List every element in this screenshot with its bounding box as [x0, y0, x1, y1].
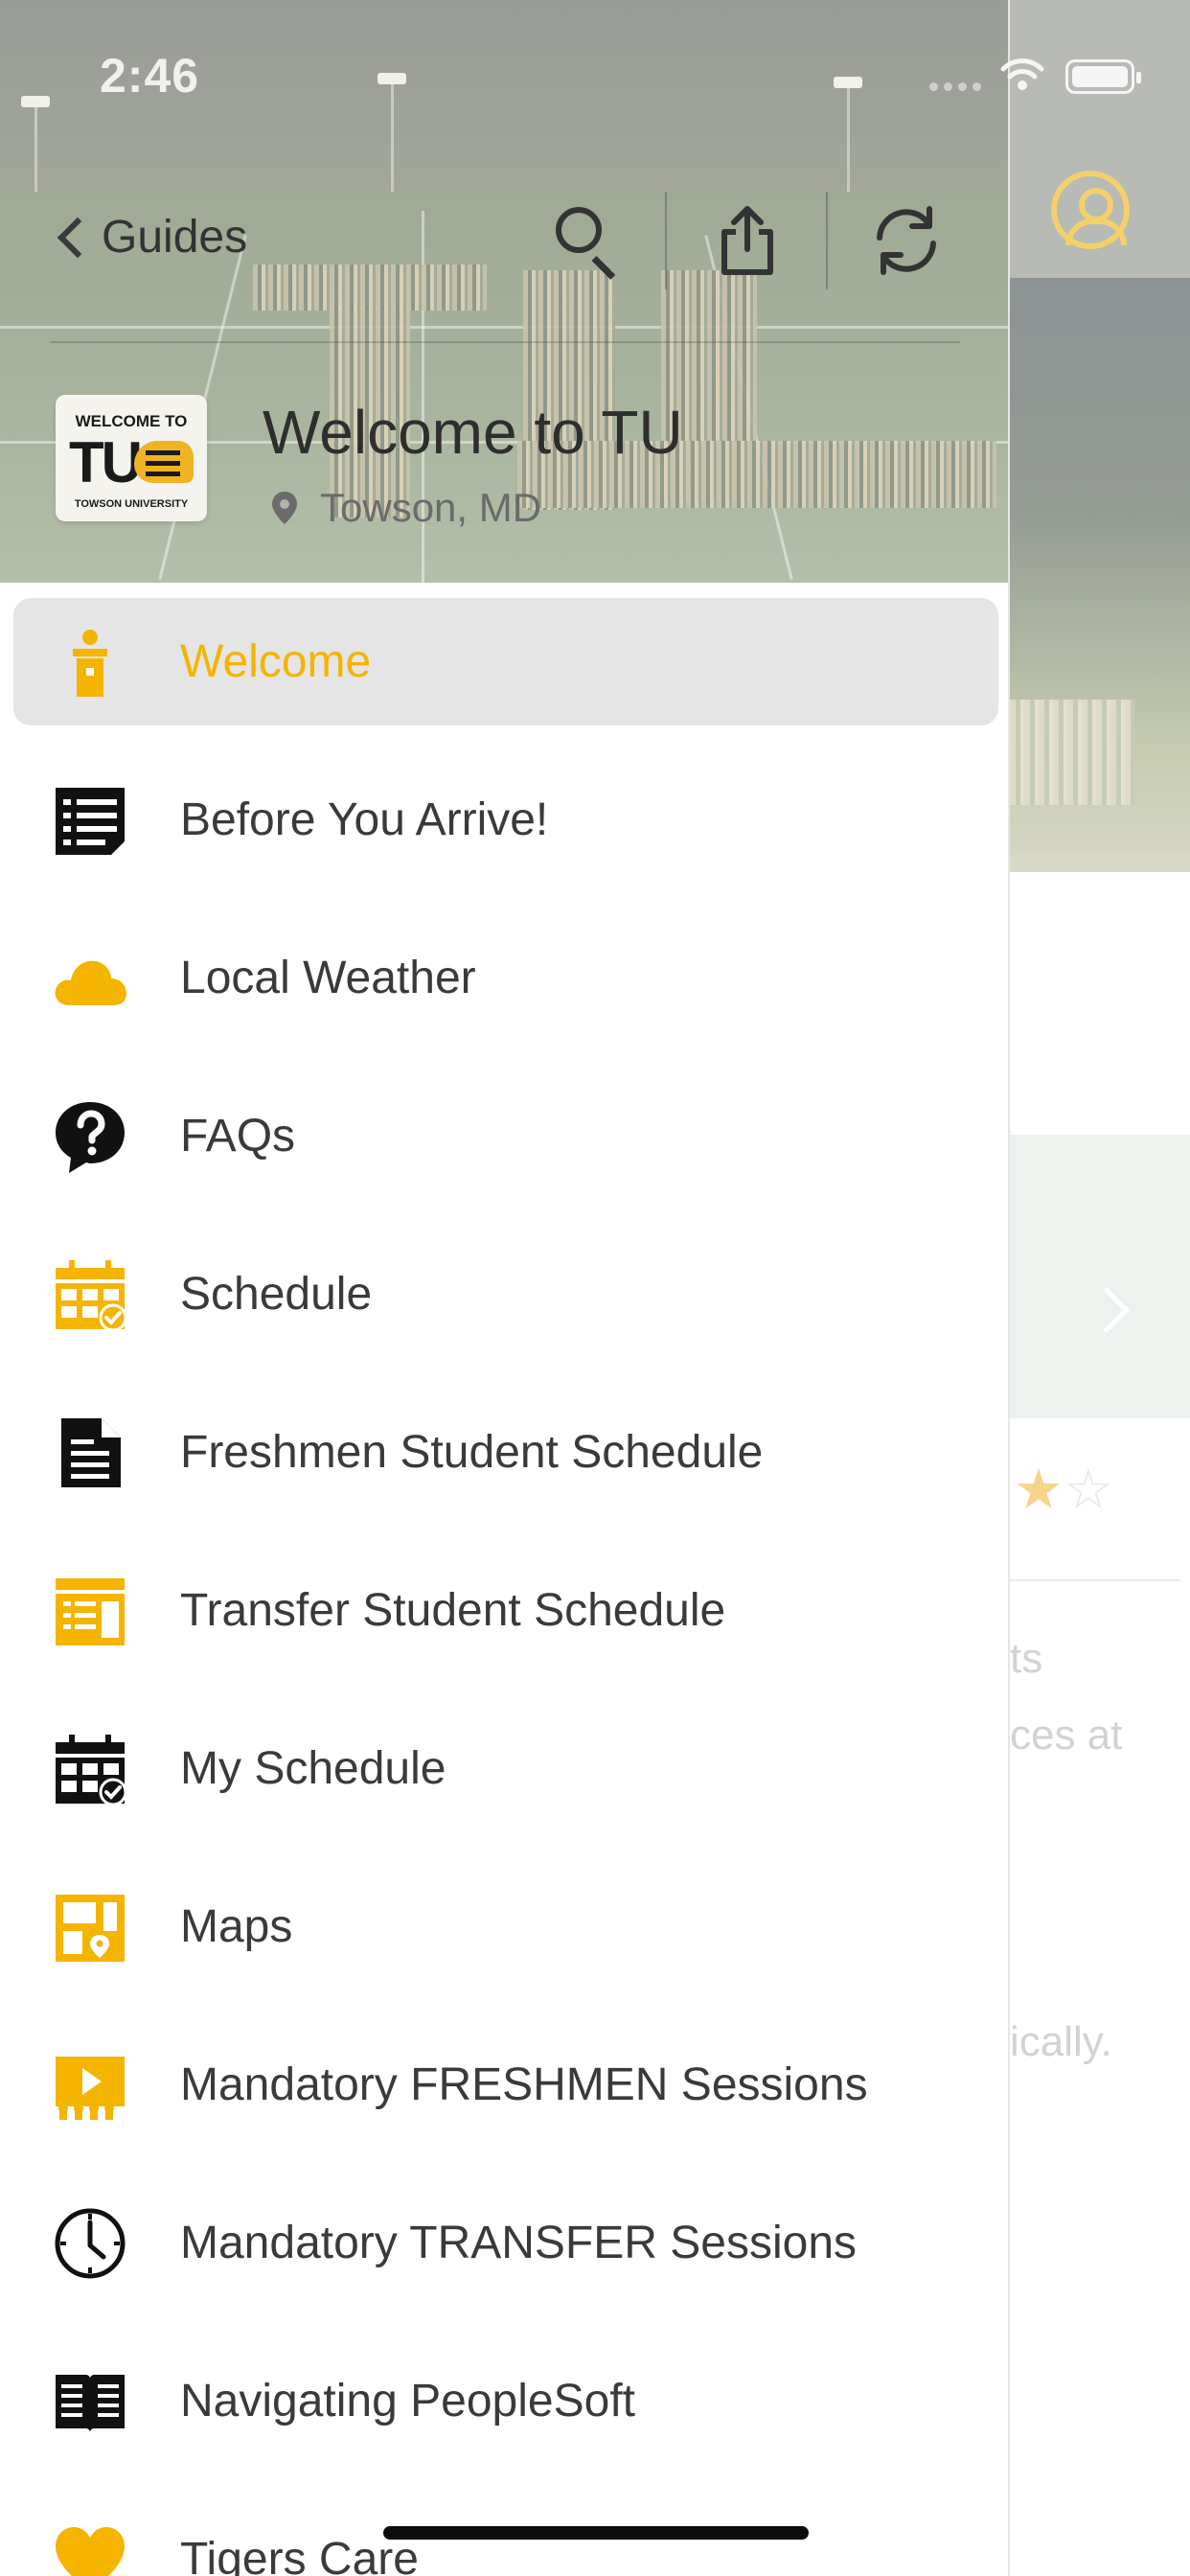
calendar-check-icon: [52, 1256, 128, 1333]
profile-icon[interactable]: [1051, 171, 1130, 249]
background-map-preview[interactable]: [1010, 1135, 1190, 1418]
chevron-left-icon: [57, 217, 99, 258]
menu-item-label: Navigating PeopleSoft: [180, 2376, 635, 2426]
menu-item-maps[interactable]: Maps: [0, 1848, 1008, 2006]
menu-item-navigating-peoplesoft[interactable]: Navigating PeopleSoft: [0, 2322, 1008, 2480]
back-button[interactable]: Guides: [50, 211, 247, 264]
menu-item-mandatory-freshmen-sessions[interactable]: Mandatory FRESHMEN Sessions: [0, 2006, 1008, 2164]
search-icon[interactable]: [548, 201, 625, 280]
navigation-drawer: Guides WELCOME TO TU TOWSON UNIVERSITY W…: [0, 0, 1010, 2576]
refresh-icon[interactable]: [868, 201, 945, 278]
podium-icon: [52, 624, 128, 701]
menu-item-faqs[interactable]: FAQs: [0, 1057, 1008, 1215]
menu-item-label: Freshmen Student Schedule: [180, 1427, 764, 1478]
header-divider: [50, 341, 960, 343]
status-bar: 2:46: [0, 0, 1190, 144]
menu-item-label: Local Weather: [180, 953, 476, 1003]
menu-item-label: My Schedule: [180, 1743, 446, 1794]
guide-logo: WELCOME TO TU TOWSON UNIVERSITY: [56, 395, 207, 521]
menu-item-label: Welcome: [180, 636, 372, 687]
clock-icon: [52, 2205, 128, 2282]
status-time: 2:46: [100, 49, 200, 103]
menu-item-label: Tigers Care: [180, 2534, 419, 2576]
guide-location-text: Towson, MD: [320, 485, 542, 530]
guide-menu: Welcome Before You Arrive! Local Weather…: [0, 583, 1008, 2576]
menu-item-before-you-arrive[interactable]: Before You Arrive!: [0, 741, 1008, 899]
wifi-icon: [1000, 58, 1044, 90]
map-icon: [52, 1889, 128, 1966]
heart-icon: [52, 2521, 128, 2576]
calendar-check-icon: [52, 1731, 128, 1807]
menu-item-label: Mandatory TRANSFER Sessions: [180, 2218, 858, 2268]
menu-item-transfer-student-schedule[interactable]: Transfer Student Schedule: [0, 1531, 1008, 1690]
toolbar-divider: [826, 192, 828, 289]
guide-location: Towson, MD: [270, 485, 541, 531]
schedule-board-icon: [52, 1573, 128, 1649]
location-pin-icon: [272, 492, 297, 524]
list-icon: [52, 782, 128, 859]
open-book-icon: [52, 2363, 128, 2440]
menu-item-local-weather[interactable]: Local Weather: [0, 899, 1008, 1057]
background-text: ically.: [1010, 2018, 1112, 2065]
menu-item-label: Mandatory FRESHMEN Sessions: [180, 2059, 868, 2110]
share-icon[interactable]: [709, 201, 786, 278]
menu-item-label: Schedule: [180, 1269, 373, 1320]
background-text: ces at: [1010, 1712, 1123, 1759]
menu-item-mandatory-transfer-sessions[interactable]: Mandatory TRANSFER Sessions: [0, 2164, 1008, 2322]
menu-item-my-schedule[interactable]: My Schedule: [0, 1690, 1008, 1848]
cloud-icon: [52, 940, 128, 1017]
cellular-signal-icon: [929, 82, 981, 91]
document-icon: [52, 1414, 128, 1491]
home-indicator[interactable]: [383, 2526, 809, 2540]
menu-item-label: Maps: [180, 1901, 293, 1952]
menu-item-freshmen-student-schedule[interactable]: Freshmen Student Schedule: [0, 1373, 1008, 1531]
background-rating: ★☆: [1014, 1459, 1113, 1521]
toolbar-divider: [665, 192, 667, 289]
question-bubble-icon: [52, 1098, 128, 1175]
back-label: Guides: [102, 212, 248, 263]
background-text: ts: [1010, 1635, 1043, 1682]
menu-item-welcome[interactable]: Welcome: [0, 583, 1008, 741]
battery-icon: [1065, 59, 1141, 94]
background-divider: [1010, 1579, 1180, 1581]
menu-item-label: Transfer Student Schedule: [180, 1585, 726, 1636]
menu-item-label: Before You Arrive!: [180, 794, 549, 845]
menu-item-schedule[interactable]: Schedule: [0, 1215, 1008, 1373]
background-hero-image: [1010, 278, 1190, 872]
guide-title: Welcome to TU: [263, 398, 683, 467]
menu-item-label: FAQs: [180, 1111, 296, 1162]
video-stage-icon: [52, 2047, 128, 2124]
tiger-icon: [134, 441, 194, 483]
